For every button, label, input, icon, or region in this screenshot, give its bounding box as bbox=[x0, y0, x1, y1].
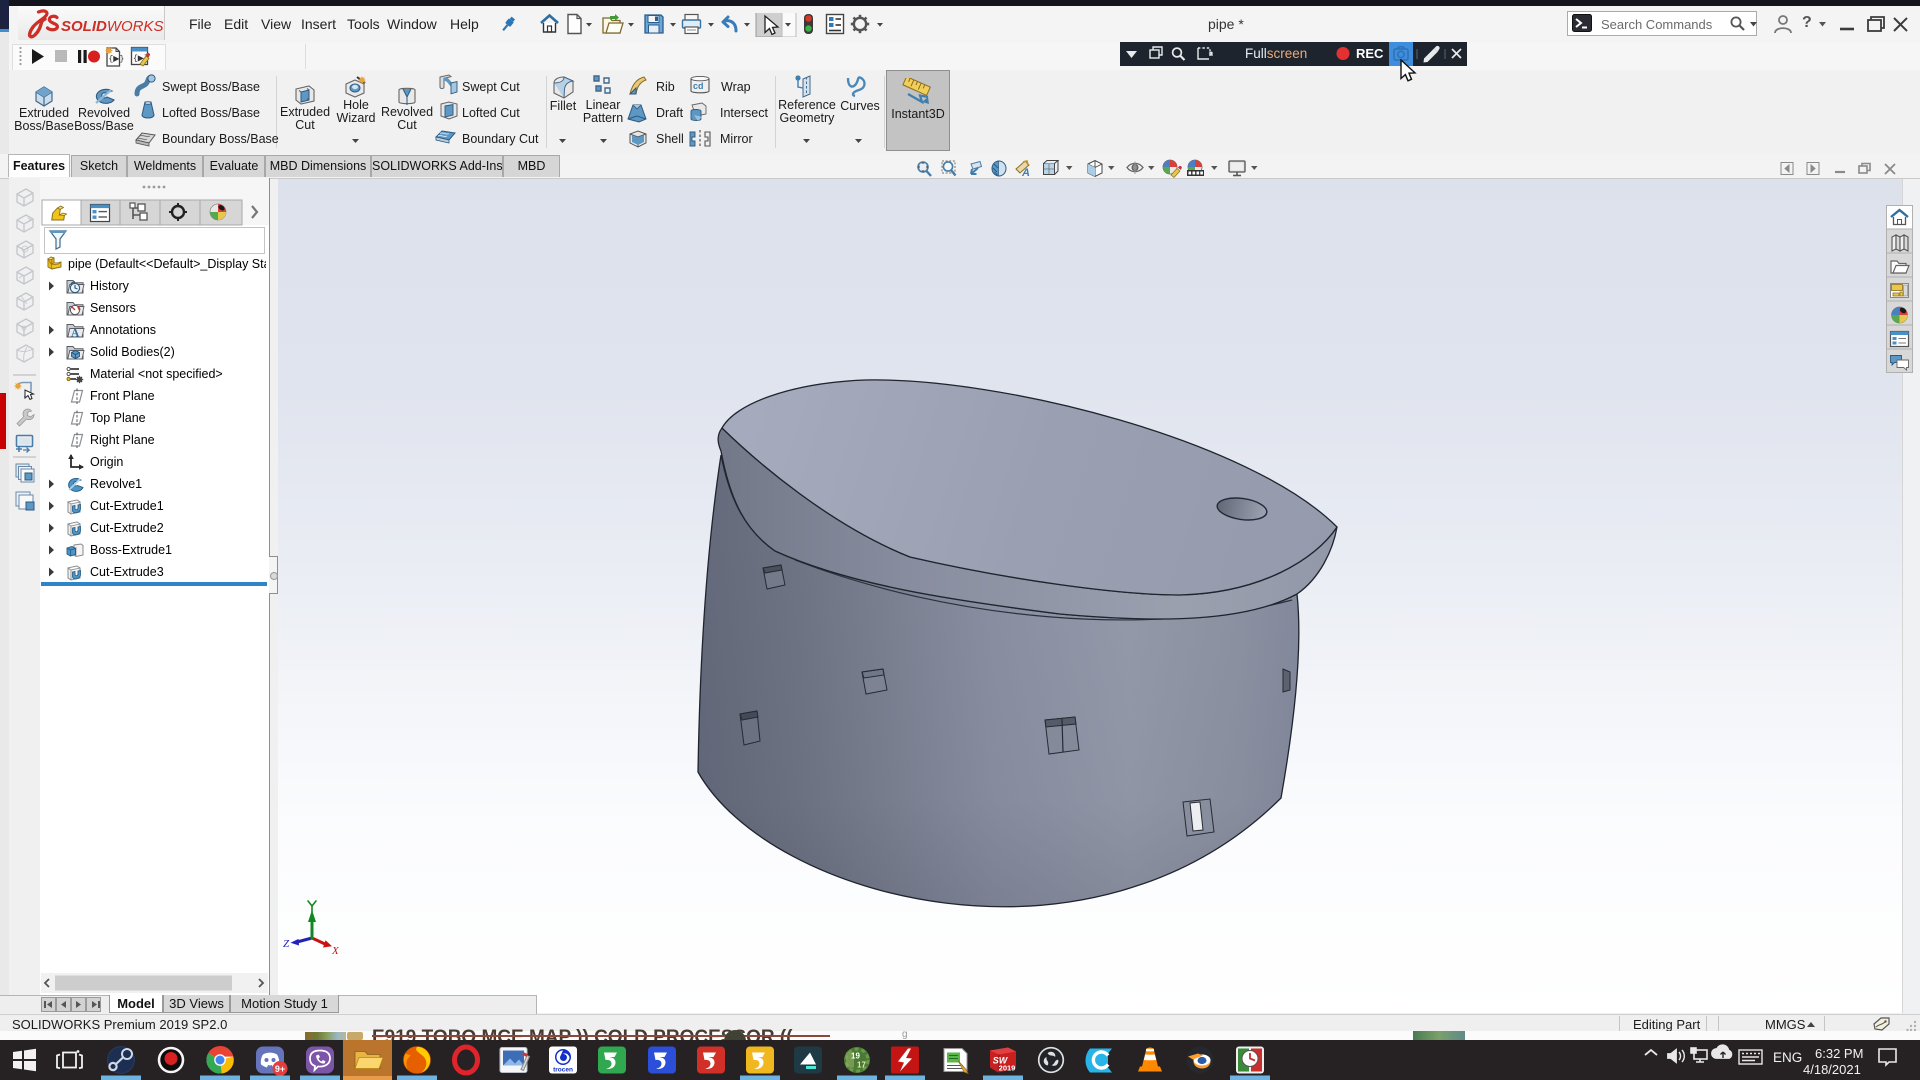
svg-text:SOLIDWORKS: SOLIDWORKS bbox=[61, 18, 164, 35]
svg-text:2019: 2019 bbox=[999, 1064, 1016, 1073]
svg-text:X: X bbox=[331, 945, 340, 957]
svg-text:Fullscreen: Fullscreen bbox=[1245, 46, 1307, 61]
svg-text:cd: cd bbox=[693, 81, 704, 91]
svg-text:REC: REC bbox=[1356, 46, 1384, 61]
svg-text:{▶}: {▶} bbox=[109, 55, 125, 64]
svg-text:trocen: trocen bbox=[553, 1067, 573, 1074]
svg-text:17: 17 bbox=[857, 1061, 866, 1070]
svg-text:9+: 9+ bbox=[275, 1064, 285, 1074]
svg-text:ENG: ENG bbox=[1773, 1050, 1802, 1065]
svg-text:A: A bbox=[71, 328, 80, 340]
svg-text:19: 19 bbox=[851, 1052, 860, 1061]
svg-text:Z: Z bbox=[283, 938, 290, 950]
